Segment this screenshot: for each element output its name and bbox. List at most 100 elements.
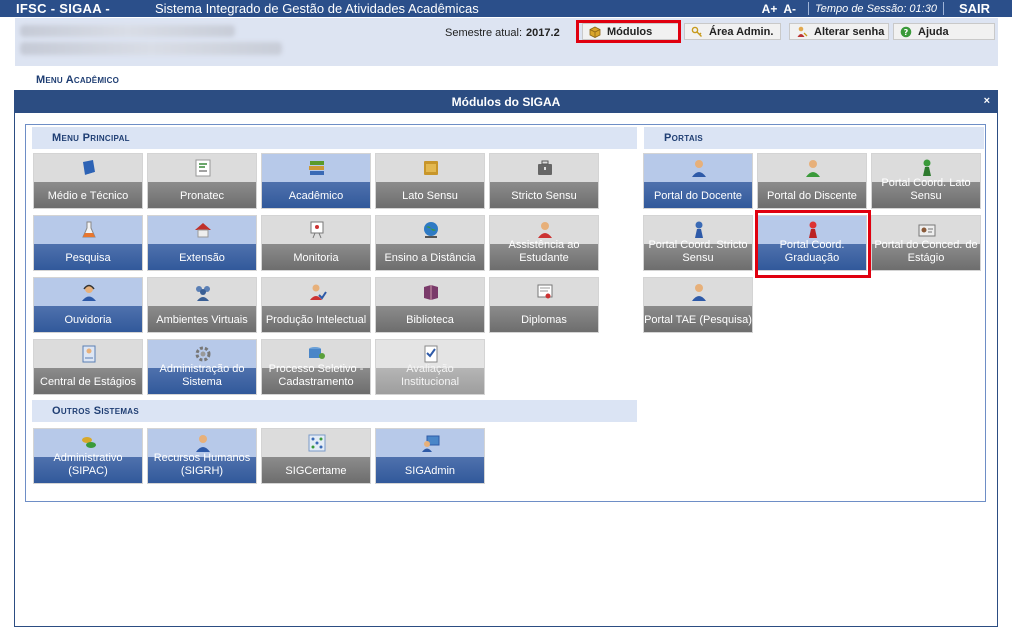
student-icon: [806, 160, 820, 177]
modules-panel: Menu Principal Portais Outros Sistemas M…: [25, 124, 986, 502]
portal-label: Portal do Discente: [767, 189, 857, 202]
gear-icon: [195, 346, 211, 362]
graduacao-highlight: [755, 210, 871, 278]
portal-label: Portal Coord. Lato Sensu: [881, 177, 971, 202]
alterar-senha-button[interactable]: Alterar senha: [789, 23, 889, 40]
person-icon: [196, 435, 210, 452]
flask-icon: [82, 221, 96, 238]
font-decrease-button[interactable]: A-: [783, 2, 796, 16]
module-ensino-distancia[interactable]: Ensino a Distância: [375, 215, 485, 271]
module-ouvidoria[interactable]: Ouvidoria: [33, 277, 143, 333]
menu-academico-label: Menu Acadêmico: [36, 74, 120, 86]
books-stack-icon: [309, 161, 324, 175]
close-icon[interactable]: ×: [984, 91, 990, 111]
portal-docente[interactable]: Portal do Docente: [643, 153, 753, 209]
module-assistencia-estudante[interactable]: Assistência ao Estudante: [489, 215, 599, 271]
module-processo-seletivo[interactable]: Processo Seletivo - Cadastramento: [261, 339, 371, 395]
portal-coord-lato-sensu[interactable]: Portal Coord. Lato Sensu: [871, 153, 981, 209]
module-label: Extensão: [179, 251, 225, 264]
system-sigadmin[interactable]: SIGAdmin: [375, 428, 485, 484]
user-info-bar: Semestre atual: 2017.2 Módulos Área Admin…: [15, 18, 998, 66]
module-pronatec[interactable]: Pronatec: [147, 153, 257, 209]
portal-conced-estagio[interactable]: Portal do Conced. de Estágio: [871, 215, 981, 271]
section-menu-principal: Menu Principal: [32, 127, 637, 149]
svg-text:?: ?: [904, 28, 909, 37]
business-card-icon: [918, 224, 936, 237]
module-label: Pronatec: [179, 189, 225, 202]
portal-label: Portal TAE (Pesquisa): [644, 313, 752, 326]
student-support-icon: [538, 222, 552, 238]
book-icon: [83, 160, 95, 177]
semestre-atual: Semestre atual: 2017.2: [445, 27, 560, 39]
module-pesquisa[interactable]: Pesquisa: [33, 215, 143, 271]
ajuda-button[interactable]: ? Ajuda: [893, 23, 995, 40]
area-admin-label: Área Admin.: [709, 25, 774, 38]
diploma-icon: [537, 284, 553, 299]
help-icon: ?: [900, 26, 912, 37]
library-book-icon: [424, 285, 438, 300]
person-key-icon: [797, 26, 808, 37]
module-avaliacao-institucional[interactable]: Avaliação Institucional: [375, 339, 485, 395]
portal-coord-stricto-sensu[interactable]: Portal Coord. Stricto Sensu: [643, 215, 753, 271]
alterar-senha-label: Alterar senha: [814, 25, 885, 38]
modal-header: Módulos do SIGAA ×: [15, 91, 997, 113]
checklist-icon: [424, 345, 438, 363]
module-biblioteca[interactable]: Biblioteca: [375, 277, 485, 333]
system-sigrh[interactable]: Recursos Humanos (SIGRH): [147, 428, 257, 484]
font-increase-button[interactable]: A+: [762, 2, 778, 16]
modulos-modal: Módulos do SIGAA × Menu Principal Portai…: [14, 90, 998, 627]
module-central-estagios[interactable]: Central de Estágios: [33, 339, 143, 395]
portal-label: Portal Coord. Stricto Sensu: [648, 239, 748, 264]
portal-tae-pesquisa[interactable]: Portal TAE (Pesquisa): [643, 277, 753, 333]
portal-label: Portal do Docente: [653, 189, 743, 202]
network-grid-icon: [308, 434, 326, 452]
module-label: Administração do Sistema: [159, 363, 245, 388]
module-ambientes-virtuais[interactable]: Ambientes Virtuais: [147, 277, 257, 333]
module-label: Produção Intelectual: [265, 313, 367, 326]
portal-label: Portal do Conced. de Estágio: [874, 239, 978, 264]
user-name-blurred: [20, 25, 235, 37]
board-icon: [310, 221, 324, 239]
module-label: Pesquisa: [65, 251, 111, 264]
brand-title: IFSC - SIGAA -: [16, 1, 110, 16]
system-sigcertame[interactable]: SIGCertame: [261, 428, 371, 484]
area-admin-button[interactable]: Área Admin.: [684, 23, 781, 40]
module-monitoria[interactable]: Monitoria: [261, 215, 371, 271]
pawn-green-icon: [923, 159, 931, 176]
admin-computer-icon: [422, 435, 440, 452]
semestre-value: 2017.2: [526, 27, 560, 39]
logout-link[interactable]: SAIR: [959, 1, 990, 16]
module-label: Ambientes Virtuais: [156, 313, 248, 326]
module-medio-tecnico[interactable]: Médio e Técnico: [33, 153, 143, 209]
pawn-blue-icon: [695, 221, 703, 238]
briefcase-icon: [538, 160, 552, 175]
module-administracao-sistema[interactable]: Administração do Sistema: [147, 339, 257, 395]
module-label: Acadêmico: [288, 189, 344, 202]
pronatec-logo-icon: [195, 159, 211, 177]
module-academico[interactable]: Acadêmico: [261, 153, 371, 209]
module-lato-sensu[interactable]: Lato Sensu: [375, 153, 485, 209]
system-sipac[interactable]: Administrativo (SIPAC): [33, 428, 143, 484]
section-portais: Portais: [644, 127, 984, 149]
module-label: Ensino a Distância: [384, 251, 476, 264]
system-label: SIGCertame: [285, 464, 347, 477]
teacher-icon: [692, 160, 706, 177]
module-label: Ouvidoria: [64, 313, 112, 326]
module-label: Lato Sensu: [402, 189, 458, 202]
group-icon: [196, 286, 210, 301]
divider: [808, 2, 810, 15]
system-label: Administrativo (SIPAC): [53, 452, 123, 477]
module-stricto-sensu[interactable]: Stricto Sensu: [489, 153, 599, 209]
portal-discente[interactable]: Portal do Discente: [757, 153, 867, 209]
module-label: Central de Estágios: [40, 375, 136, 388]
module-diplomas[interactable]: Diplomas: [489, 277, 599, 333]
headset-user-icon: [82, 284, 96, 301]
modal-title: Módulos do SIGAA: [451, 95, 561, 109]
module-label: Assistência ao Estudante: [508, 239, 580, 264]
system-label: SIGAdmin: [404, 464, 456, 477]
module-extensao[interactable]: Extensão: [147, 215, 257, 271]
module-producao-intelectual[interactable]: Produção Intelectual: [261, 277, 371, 333]
top-bar-right: A+ A- Tempo de Sessão: 01:30 SAIR: [762, 0, 990, 17]
coins-icon: [82, 437, 96, 448]
system-label: Recursos Humanos (SIGRH): [153, 452, 251, 477]
